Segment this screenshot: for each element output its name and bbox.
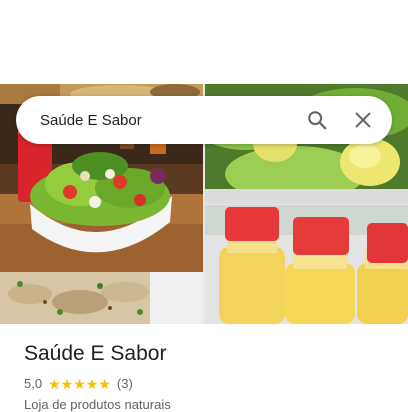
close-icon xyxy=(355,112,371,128)
star-icon: ★ xyxy=(85,375,99,392)
search-bar[interactable]: Saúde E Sabor xyxy=(16,96,392,144)
juice-bottles-photo[interactable] xyxy=(205,205,408,324)
pasta-photo[interactable] xyxy=(0,272,203,324)
search-button[interactable] xyxy=(294,97,340,143)
star-icon: ★ xyxy=(60,375,74,392)
star-icon: ★ xyxy=(98,375,111,392)
star-icon: ★ xyxy=(48,375,61,392)
review-count[interactable]: (3) xyxy=(117,376,133,391)
place-info-panel: Saúde E Sabor 5,0 ★ ★ ★ ★ ★ (3) Loja de … xyxy=(0,324,408,412)
close-button[interactable] xyxy=(340,97,386,143)
place-title: Saúde E Sabor xyxy=(24,342,167,365)
place-category: Loja de produtos naturais xyxy=(24,397,171,412)
rating-value: 5,0 xyxy=(24,376,43,391)
top-blank-area xyxy=(0,0,408,84)
star-rating: ★ ★ ★ ★ ★ xyxy=(48,377,111,391)
star-icon: ★ xyxy=(73,375,86,392)
search-icon xyxy=(308,111,327,130)
rating-row[interactable]: 5,0 ★ ★ ★ ★ ★ (3) xyxy=(24,376,133,391)
search-input[interactable]: Saúde E Sabor xyxy=(16,112,294,129)
